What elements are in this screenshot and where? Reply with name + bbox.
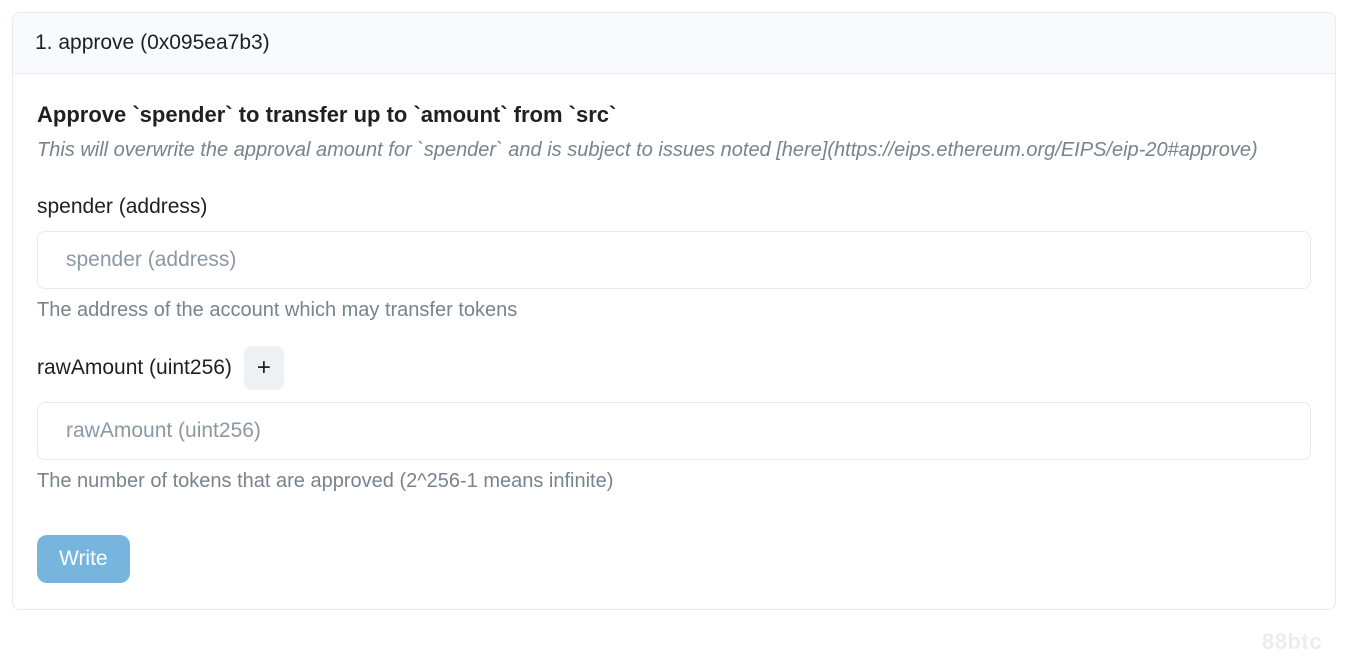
field-rawamount-input[interactable] (37, 402, 1311, 460)
watermark-text: 88btc (1262, 629, 1322, 655)
plus-icon: + (257, 356, 271, 380)
field-rawamount-label: rawAmount (uint256) (37, 356, 232, 380)
field-rawamount-label-row: rawAmount (uint256) + (37, 346, 1311, 390)
function-description-note: This will overwrite the approval amount … (37, 136, 1311, 165)
field-spender: spender (address) The address of the acc… (37, 195, 1311, 322)
function-description-title: Approve `spender` to transfer up to `amo… (37, 100, 1311, 130)
field-rawamount: rawAmount (uint256) + The number of toke… (37, 346, 1311, 493)
write-button[interactable]: Write (37, 535, 130, 583)
field-spender-label-row: spender (address) (37, 195, 1311, 219)
function-body: Approve `spender` to transfer up to `amo… (13, 74, 1335, 609)
function-card: 1. approve (0x095ea7b3) Approve `spender… (12, 12, 1336, 610)
add-amount-button[interactable]: + (244, 346, 284, 390)
contract-write-panel: 1. approve (0x095ea7b3) Approve `spender… (0, 12, 1348, 671)
function-header[interactable]: 1. approve (0x095ea7b3) (13, 13, 1335, 74)
field-spender-label: spender (address) (37, 195, 207, 219)
field-spender-help: The address of the account which may tra… (37, 299, 1311, 322)
field-rawamount-help: The number of tokens that are approved (… (37, 470, 1311, 493)
field-spender-input[interactable] (37, 231, 1311, 289)
